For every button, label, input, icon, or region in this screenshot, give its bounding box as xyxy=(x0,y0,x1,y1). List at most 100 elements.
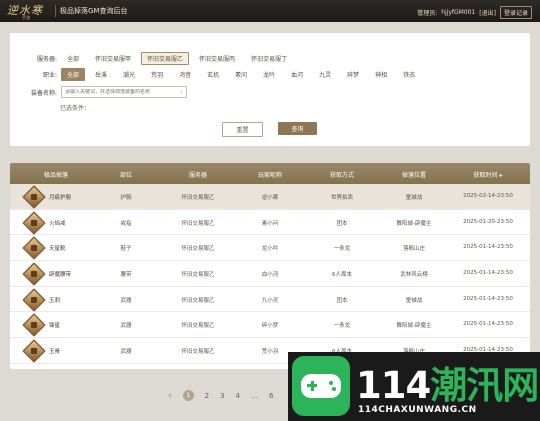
game-logo: 逆水寒 手游 xyxy=(4,1,56,21)
cell-time: 2025-02-14-23:50 xyxy=(463,193,513,199)
logo-subtext: 手游 xyxy=(22,15,30,20)
item-cell[interactable]: 锋星 xyxy=(22,314,61,337)
server-option-jia[interactable]: 怀旧交易服甲 xyxy=(89,52,137,65)
watermark-title: 114潮汛网 xyxy=(356,355,539,409)
cell-location: 童城战 xyxy=(405,297,423,304)
item-cell[interactable]: 辟魔腰带 xyxy=(22,262,72,286)
class-option-3[interactable]: 荒羽 xyxy=(145,68,169,81)
equipment-icon xyxy=(22,314,46,337)
item-cell[interactable]: 火焰戒 xyxy=(22,211,66,235)
cell-time: 2025-01-14-23:50 xyxy=(463,295,513,302)
col-server: 服务器 xyxy=(188,172,208,179)
cell-slot: 武器 xyxy=(120,349,132,356)
server-option-bing[interactable]: 怀旧交易服丙 xyxy=(193,52,241,65)
class-option-all[interactable]: 全部 xyxy=(61,68,86,81)
login-log-button[interactable]: 登录记录 xyxy=(499,6,532,19)
cell-time: 2025-01-20-23:50 xyxy=(463,218,513,225)
table-row[interactable]: 火焰戒 戒指 怀旧交易服乙 素小问 团本 舞阳城-辟魔主 2025-01-20-23:50 xyxy=(10,210,530,236)
class-option-2[interactable]: 潮光 xyxy=(117,68,141,81)
item-name: 天星靴 xyxy=(49,246,66,253)
item-name: 玉骨 xyxy=(49,349,61,356)
user-name: hjjyfGM001 xyxy=(441,9,476,16)
table-body: 月痕护腕 护腕 怀旧交易服乙 逆小寒 世界拍卖 童城战 2025-02-14-23:50 火焰… xyxy=(10,184,530,364)
watermark-brand: 潮汛网 xyxy=(430,364,539,407)
class-filter-row: 职业: 全部 岳溪 潮光 荒羽 鸿音 玄机 素问 龙吟 血河 九灵 碎梦 神相 … xyxy=(10,68,425,81)
equipment-icon xyxy=(22,262,46,286)
cell-server: 怀旧交易服乙 xyxy=(181,195,215,201)
table-row[interactable]: 天星靴 鞋子 怀旧交易服乙 龙小吟 一条龙 落枫山庄 2025-01-14-23:50 xyxy=(10,235,530,262)
equipment-icon xyxy=(22,211,46,235)
cell-time: 2025-01-14-23:50 xyxy=(463,270,513,277)
cell-method: 团本 xyxy=(336,297,348,304)
class-option-11[interactable]: 神相 xyxy=(369,68,393,81)
cell-slot: 鞋子 xyxy=(120,246,132,253)
page-6[interactable]: 6 xyxy=(269,392,273,400)
item-cell[interactable]: 天星靴 xyxy=(22,237,66,260)
cell-slot: 腰带 xyxy=(120,272,132,279)
cell-player: 血小河 xyxy=(261,272,279,279)
item-name: 锋星 xyxy=(49,323,61,330)
equipment-icon xyxy=(22,185,46,209)
gamepad-icon xyxy=(292,356,350,416)
server-option-yi[interactable]: 怀旧交易服乙 xyxy=(141,52,190,65)
page-4[interactable]: 4 xyxy=(236,392,240,400)
table-row[interactable]: 玉刺 武器 怀旧交易服乙 九小灵 团本 童城战 2025-01-14-23:50 xyxy=(10,287,530,313)
page-2[interactable]: 2 xyxy=(205,392,209,400)
cell-slot: 戒指 xyxy=(120,220,132,227)
cell-server: 怀旧交易服乙 xyxy=(181,246,215,253)
class-option-1[interactable]: 岳溪 xyxy=(89,68,113,81)
class-option-6[interactable]: 素问 xyxy=(229,68,253,81)
col-player: 玩家昵称 xyxy=(257,172,283,179)
logout-link[interactable]: [退出] xyxy=(479,8,496,17)
class-option-10[interactable]: 碎梦 xyxy=(341,68,365,81)
class-option-9[interactable]: 九灵 xyxy=(313,68,337,81)
cell-player: 逆小寒 xyxy=(261,195,279,201)
search-icon[interactable]: ⌕ xyxy=(180,89,183,95)
class-option-5[interactable]: 玄机 xyxy=(201,68,225,81)
watermark-number: 114 xyxy=(356,364,431,407)
app-title: 极品掉落GM查询后台 xyxy=(60,7,128,15)
col-slot: 部位 xyxy=(119,172,133,179)
equip-search-input[interactable] xyxy=(65,89,165,95)
page-3[interactable]: 3 xyxy=(220,392,224,400)
class-option-7[interactable]: 龙吟 xyxy=(257,68,281,81)
class-option-8[interactable]: 血河 xyxy=(285,68,309,81)
item-cell[interactable]: 月痕护腕 xyxy=(22,185,71,209)
pagination: ‹ 1 2 3 4 … 6 xyxy=(168,390,273,401)
class-option-4[interactable]: 鸿音 xyxy=(173,68,197,81)
cell-time: 2025-01-14-23:50 xyxy=(463,244,513,251)
title-divider xyxy=(55,5,56,17)
equip-search-box[interactable]: ⌕ xyxy=(61,86,187,98)
cell-server: 怀旧交易服乙 xyxy=(181,297,215,304)
table-row[interactable]: 月痕护腕 护腕 怀旧交易服乙 逆小寒 世界拍卖 童城战 2025-02-14-23:50 xyxy=(10,184,530,210)
server-label: 服务器: xyxy=(36,56,57,63)
prev-page-icon[interactable]: ‹ xyxy=(168,391,172,401)
cell-player: 碎小梦 xyxy=(261,323,279,330)
item-cell[interactable]: 玉骨 xyxy=(22,339,61,363)
user-area: 管理员: hjjyfGM001 [退出] 登录记录 xyxy=(417,6,532,19)
cell-location: 童城战 xyxy=(405,195,423,201)
sort-arrow-icon[interactable]: ▸ xyxy=(500,172,503,179)
server-option-ding[interactable]: 怀旧交易服丁 xyxy=(245,52,293,65)
table-row[interactable]: 锋星 武器 怀旧交易服乙 碎小梦 一条龙 舞阳城-辟魔主 2025-01-14-23:50 xyxy=(10,312,530,339)
col-time[interactable]: 获取时间 ▸ xyxy=(473,170,502,179)
table-header: 极品掉落 部位 服务器 玩家昵称 获取方式 掉落位置 获取时间 ▸ xyxy=(10,163,530,184)
class-option-12[interactable]: 铁衣 xyxy=(397,68,421,81)
reset-button[interactable]: 重置 xyxy=(222,122,263,137)
item-name: 火焰戒 xyxy=(49,220,66,227)
drop-table: 极品掉落 部位 服务器 玩家昵称 获取方式 掉落位置 获取时间 ▸ 月痕护腕 护腕怀… xyxy=(10,163,530,369)
col-method: 获取方式 xyxy=(329,172,355,179)
page-1[interactable]: 1 xyxy=(182,390,194,401)
watermark: 114潮汛网 114CHAXUNWANG.CN xyxy=(288,352,540,421)
equipment-icon xyxy=(22,237,46,260)
cell-method: 6人周本 xyxy=(332,272,352,279)
item-cell[interactable]: 玉刺 xyxy=(22,288,60,312)
cell-player: 素小问 xyxy=(261,220,279,227)
query-button[interactable]: 查询 xyxy=(278,122,317,135)
class-label: 职业: xyxy=(42,72,57,79)
table-row[interactable]: 辟魔腰带 腰带 怀旧交易服乙 血小河 6人周本 武林风云榜 2025-01-14-23:50 xyxy=(10,261,530,287)
server-option-all[interactable]: 全部 xyxy=(61,52,85,65)
item-name: 辟魔腰带 xyxy=(49,272,72,279)
cell-location: 武林风云榜 xyxy=(400,272,428,279)
cell-server: 怀旧交易服乙 xyxy=(181,220,215,227)
